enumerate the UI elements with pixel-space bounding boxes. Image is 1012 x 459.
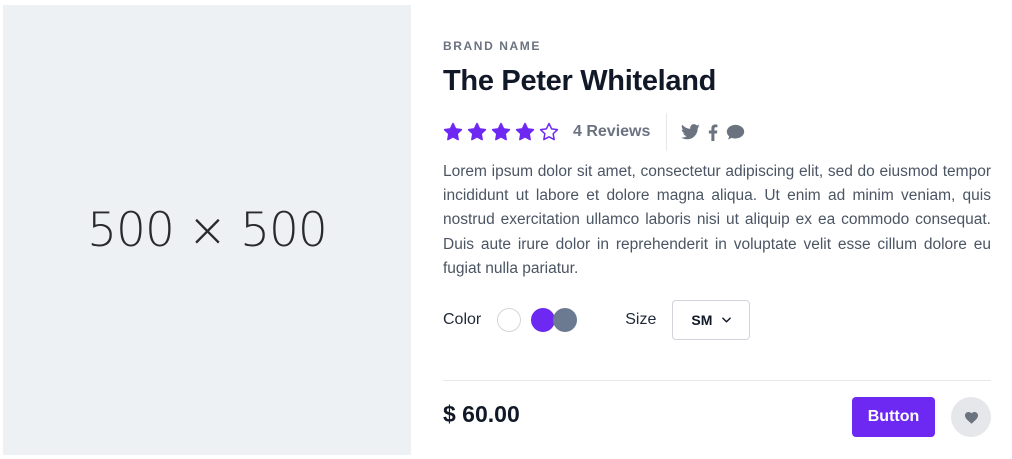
chevron-down-icon [722,317,732,323]
image-placeholder-label: 500 × 500 [87,202,328,258]
color-label: Color [443,311,482,328]
price: $ 60.00 [443,401,520,427]
wishlist-button[interactable] [951,397,991,437]
product-image: 500 × 500 [3,5,411,455]
rating-row: 4 Reviews [443,113,745,151]
size-label: Size [625,311,657,328]
brand-name: BRAND NAME [443,39,541,53]
product-title: The Peter Whiteland [443,65,717,97]
product-description: Lorem ipsum dolor sit amet, consectetur … [443,163,991,277]
star-filled-icon [467,122,487,141]
buy-button[interactable]: Button [852,397,935,437]
star-empty-icon [539,122,559,141]
product-details: BRAND NAME The Peter Whiteland 4 Reviews… [443,0,991,459]
star-rating [443,122,559,142]
heart-icon [964,411,978,424]
star-filled-icon [443,122,463,141]
reviews-count: 4 Reviews [573,123,651,140]
divider [666,113,668,151]
chat-icon[interactable] [726,124,745,140]
color-swatch-gray[interactable] [553,308,578,332]
star-filled-icon [515,122,535,141]
star-filled-icon [491,122,511,141]
twitter-icon[interactable] [681,124,701,140]
divider [443,380,991,381]
color-swatch-purple[interactable] [531,308,556,332]
product-options: Color Size SM [443,300,991,340]
color-swatch-white[interactable] [497,308,522,332]
social-links [681,123,745,141]
size-select[interactable]: SM [672,300,751,340]
color-swatches [497,308,578,332]
facebook-icon[interactable] [708,123,718,141]
size-value: SM [691,312,713,328]
